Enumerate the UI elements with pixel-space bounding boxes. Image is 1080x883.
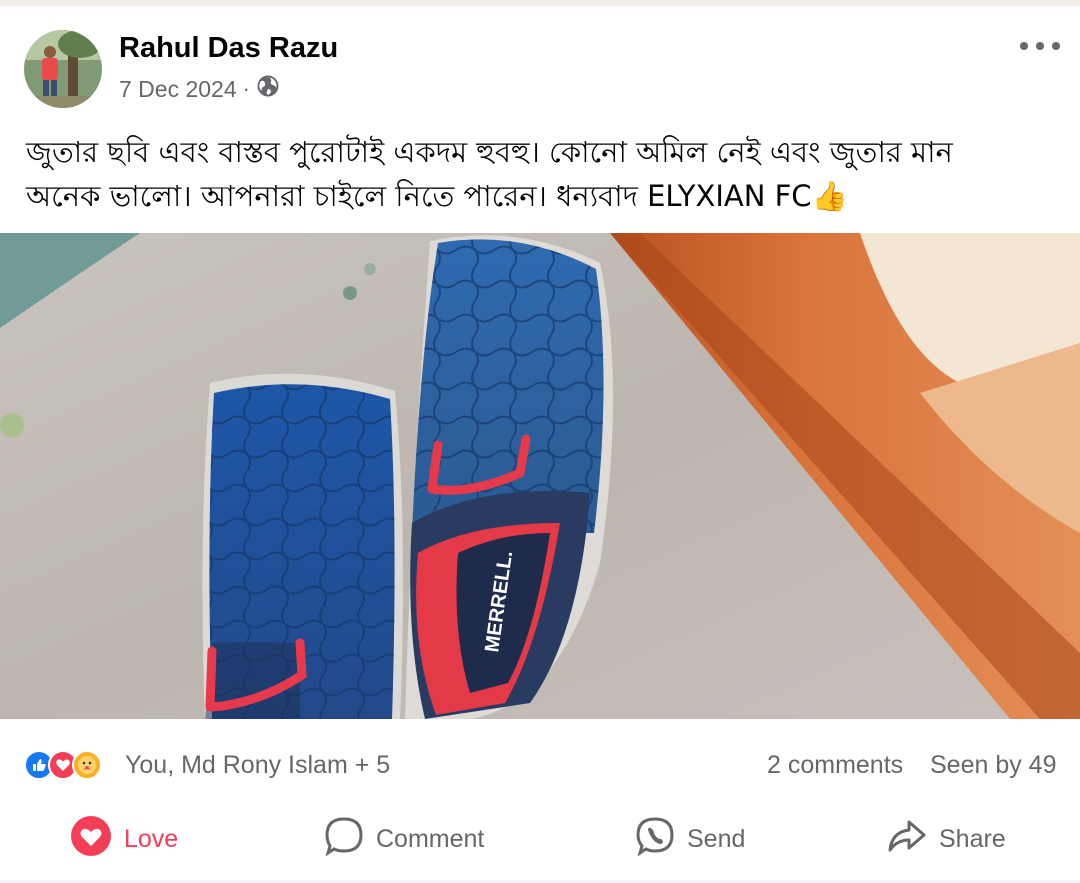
love-button[interactable]: Love <box>70 814 178 864</box>
comment-button[interactable]: Comment <box>324 814 484 864</box>
reaction-icons[interactable] <box>24 750 102 780</box>
more-dot <box>1036 42 1044 50</box>
action-bar: Love Comment Send Share <box>0 800 1080 880</box>
post-text-line: জুতার ছবি এবং বাস্তব পুরোটাই একদম হুবহু।… <box>26 135 953 169</box>
post-photo[interactable]: MERRELL. <box>0 233 1080 719</box>
comment-bubble-icon <box>324 816 364 863</box>
avatar[interactable] <box>24 30 102 108</box>
more-dot <box>1020 42 1028 50</box>
reactions-row: You, Md Rony Islam + 5 2 comments Seen b… <box>0 738 1080 794</box>
reaction-names[interactable]: You, Md Rony Islam + 5 <box>125 751 390 780</box>
share-button[interactable]: Share <box>887 814 1006 864</box>
send-label: Send <box>687 824 746 853</box>
globe-icon <box>256 74 280 104</box>
share-arrow-icon <box>887 816 927 863</box>
comment-label: Comment <box>376 824 485 853</box>
post-date[interactable]: 7 Dec 2024 <box>119 76 237 103</box>
heart-filled-icon <box>70 815 112 864</box>
author-name[interactable]: Rahul Das Razu <box>119 32 338 65</box>
love-label: Love <box>124 824 179 853</box>
send-button[interactable]: Send <box>635 814 745 864</box>
post-text-line: অনেক ভালো। আপনারা চাইলে নিতে পারেন। ধন্য… <box>26 179 848 213</box>
more-dot <box>1052 42 1060 50</box>
messenger-icon <box>635 816 675 863</box>
meta-separator: · <box>242 76 250 101</box>
comments-count[interactable]: 2 comments <box>767 751 903 780</box>
seen-by[interactable]: Seen by 49 <box>930 751 1057 780</box>
share-label: Share <box>939 824 1006 853</box>
post-header: Rahul Das Razu 7 Dec 2024 · <box>0 6 1080 114</box>
care-icon <box>72 750 102 780</box>
post-text: জুতার ছবি এবং বাস্তব পুরোটাই একদম হুবহু।… <box>26 130 1056 218</box>
more-options-button[interactable] <box>1020 36 1060 56</box>
post-meta: 7 Dec 2024 · <box>119 74 280 104</box>
